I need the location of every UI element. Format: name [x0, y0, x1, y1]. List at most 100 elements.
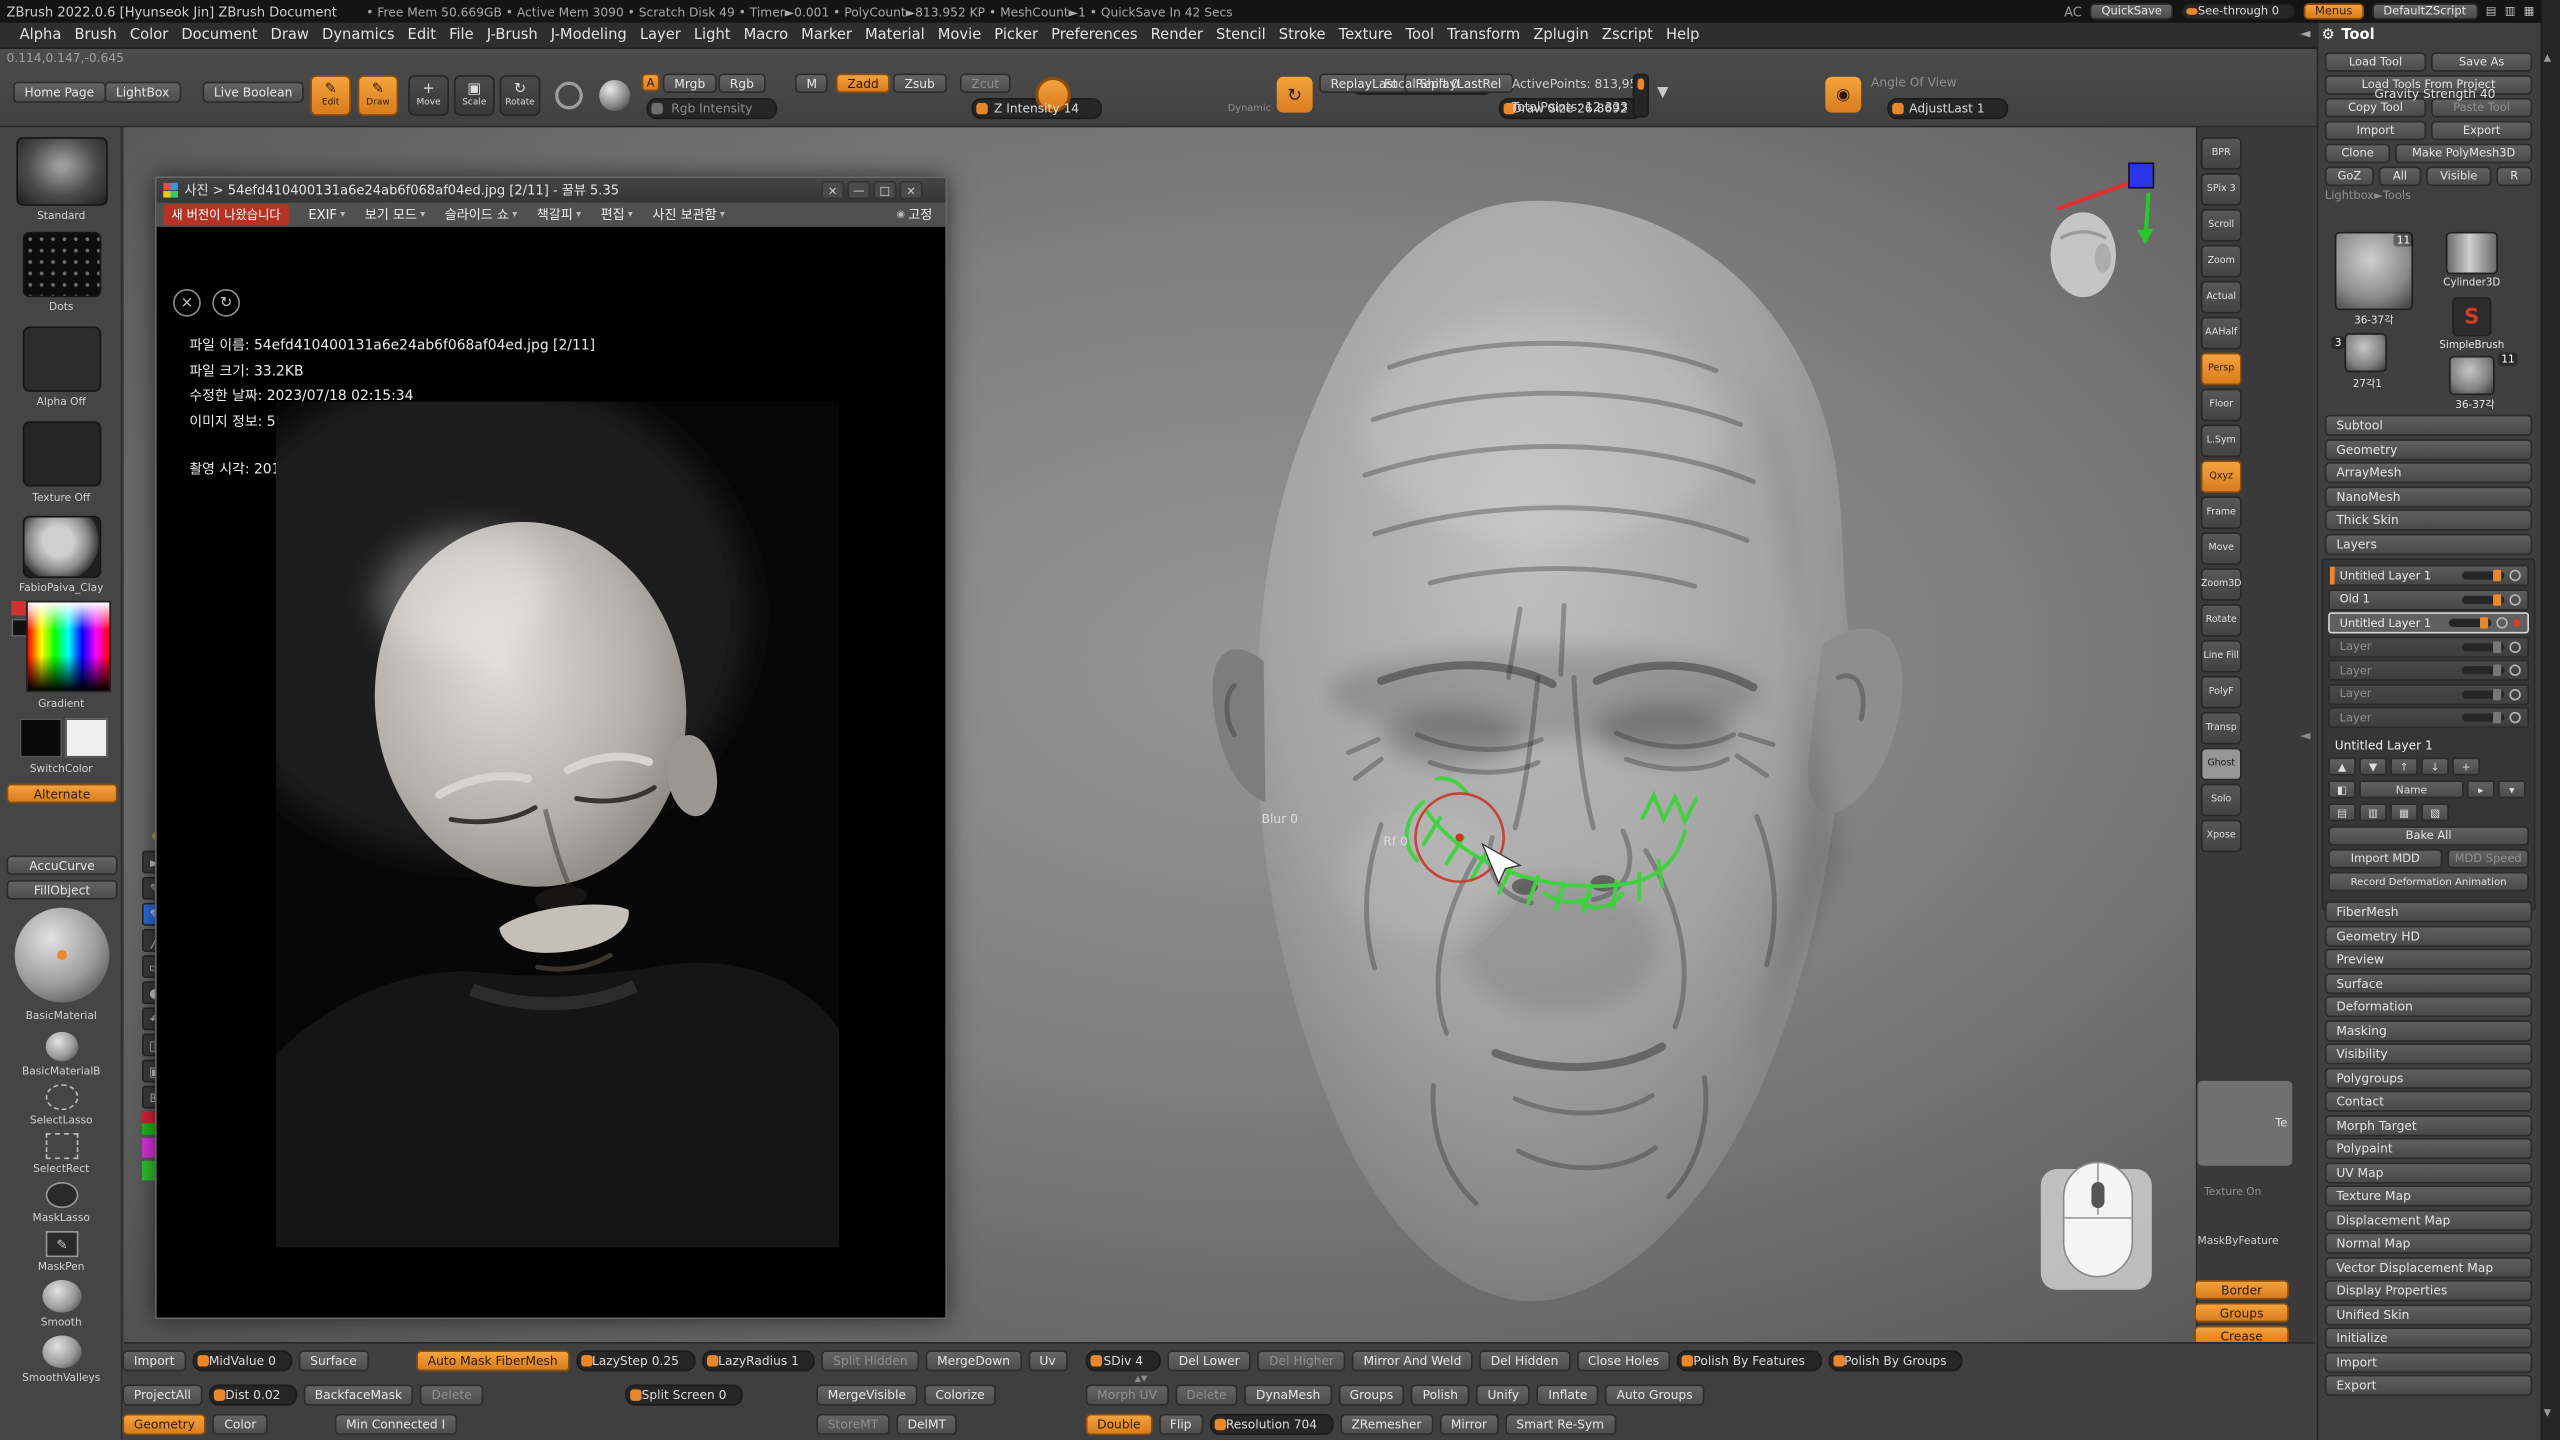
bottom-control[interactable]: Groups [1338, 1384, 1405, 1405]
tool-section-header[interactable]: Polypaint [2325, 1138, 2532, 1159]
mrgb-button[interactable]: Mrgb [663, 73, 717, 93]
alternate-button[interactable]: Alternate [7, 784, 118, 804]
rgb-intensity-slider[interactable]: Rgb Intensity [647, 98, 778, 119]
layer-down-icon[interactable]: ▼ [2359, 758, 2387, 776]
tool-section-header[interactable]: Geometry [2325, 438, 2532, 459]
menu-item[interactable]: Edit [401, 27, 443, 43]
tool-section-header[interactable]: Geometry HD [2325, 925, 2532, 946]
bottom-control[interactable]: Resolution 704 [1210, 1414, 1334, 1435]
material-thumb-basicb[interactable] [46, 1032, 79, 1061]
tool-section-header[interactable]: Texture Map [2325, 1185, 2532, 1206]
layer-mode-icon-3[interactable]: ▦ [2390, 803, 2418, 821]
eye-icon[interactable] [2509, 641, 2520, 652]
layer-top-icon[interactable]: ↑ [2390, 758, 2418, 776]
tool-section-header[interactable]: Masking [2325, 1020, 2532, 1041]
layer-del-icon[interactable]: ▾ [2498, 780, 2526, 798]
viewer-menu-item[interactable]: 슬라이드 쇼▾ [445, 206, 517, 224]
shelf-button[interactable]: AAHalf [2201, 317, 2242, 350]
menu-item[interactable]: Color [123, 27, 174, 43]
bottom-control[interactable]: DynaMesh [1245, 1384, 1332, 1405]
bottom-control[interactable]: Polish By Features [1677, 1350, 1821, 1371]
tool-section-header[interactable]: Surface [2325, 972, 2532, 993]
record-deformation-button[interactable]: Record Deformation Animation [2328, 872, 2529, 892]
tool-section-header[interactable]: Vector Displacement Map [2325, 1256, 2532, 1277]
shelf-button[interactable]: L.Sym [2201, 424, 2242, 457]
viewer-menu-item[interactable]: 책갈피▾ [537, 206, 581, 224]
live-boolean-button[interactable]: Live Boolean [202, 82, 303, 103]
edit-button[interactable]: ✎Edit [310, 75, 351, 116]
shelf-button[interactable]: Rotate [2201, 604, 2242, 637]
bottom-control[interactable]: Smart Re-Sym [1505, 1414, 1616, 1435]
panel-resize-icon[interactable]: ◄ [2300, 728, 2310, 743]
menu-item[interactable]: Brush [68, 27, 123, 43]
menu-item[interactable]: Marker [795, 27, 859, 43]
menu-item[interactable]: Transform [1441, 27, 1527, 43]
bottom-control[interactable]: ProjectAll [122, 1384, 202, 1405]
bottom-control[interactable]: Colorize [924, 1384, 996, 1405]
import-mdd-button[interactable]: Import MDD [2328, 849, 2442, 869]
bottom-control[interactable]: Split Hidden [822, 1350, 919, 1371]
tool-section-header[interactable]: FiberMesh [2325, 901, 2532, 922]
camera-view-icon[interactable]: ◉ [1825, 77, 1861, 113]
tool-section-header[interactable]: Deformation [2325, 996, 2532, 1017]
pin-button[interactable]: ◉고정 [896, 206, 932, 224]
layer-intensity-slider[interactable] [2462, 595, 2504, 603]
bottom-control[interactable]: Polish By Groups [1828, 1350, 1963, 1371]
stroke-preview-icon[interactable] [555, 82, 583, 110]
sdiv-step-arrows[interactable]: ▲▼ [1135, 1375, 1148, 1385]
bottom-control[interactable]: MidValue 0 [192, 1350, 292, 1371]
tool-section-header[interactable]: Preview [2325, 949, 2532, 970]
layer-intensity-slider[interactable] [2462, 666, 2504, 674]
save-as-button[interactable]: Save As [2431, 52, 2532, 72]
bottom-control[interactable]: Flip [1158, 1414, 1202, 1435]
menu-item[interactable]: J-Modeling [544, 27, 633, 43]
bottom-control[interactable]: LazyRadius 1 [702, 1350, 815, 1371]
accucurve-button[interactable]: AccuCurve [7, 856, 118, 876]
bottom-control[interactable]: Auto Groups [1605, 1384, 1704, 1405]
bottom-control[interactable]: Del Higher [1258, 1350, 1346, 1371]
layers-section-header[interactable]: Layers [2325, 534, 2532, 555]
bottom-control[interactable]: Inflate [1537, 1384, 1599, 1405]
quicksave-button[interactable]: QuickSave [2090, 3, 2173, 19]
menu-item[interactable]: Stencil [1209, 27, 1272, 43]
bottom-control[interactable]: Del Lower [1167, 1350, 1251, 1371]
bottom-control[interactable]: Del Hidden [1479, 1350, 1570, 1371]
replay-icon[interactable]: ↻ [1277, 77, 1313, 113]
menu-item[interactable]: Dynamics [315, 27, 401, 43]
zsub-button[interactable]: Zsub [893, 73, 946, 93]
panel-collapse-icon[interactable]: ◄ [2300, 26, 2310, 41]
dynamic-label[interactable]: Dynamic [1228, 103, 1271, 114]
bottom-control[interactable]: Delete [1175, 1384, 1238, 1405]
shelf-button[interactable]: Floor [2201, 389, 2242, 422]
menu-item[interactable]: Help [1659, 27, 1706, 43]
tool-section-header[interactable]: Export [2325, 1375, 2532, 1396]
select-rect-icon[interactable] [46, 1133, 79, 1159]
layer-intensity-slider[interactable] [2449, 619, 2491, 627]
menu-item[interactable]: Document [175, 27, 264, 43]
draw-size-slider[interactable]: Draw Size 26.8692 [1498, 98, 1642, 119]
goz-visible-button[interactable]: Visible [2426, 167, 2491, 187]
layout-icon[interactable]: ▥ [2505, 5, 2516, 18]
scroll-down-icon[interactable]: ▼ [2544, 1407, 2552, 1418]
material-thumbnail-clay[interactable] [23, 516, 101, 578]
brush-thumbnail-standard[interactable] [16, 137, 107, 206]
move-button[interactable]: +Move [408, 75, 449, 116]
menu-item[interactable]: Alpha [13, 27, 68, 43]
switch-color-black[interactable] [20, 718, 62, 757]
shelf-button[interactable]: Zoom3D [2201, 568, 2242, 601]
menu-item[interactable]: Movie [931, 27, 988, 43]
secondary-color-swatch[interactable] [11, 601, 26, 616]
bottom-control[interactable]: Unify [1476, 1384, 1530, 1405]
mask-lasso-icon[interactable] [46, 1182, 79, 1208]
layer-mode-icon-1[interactable]: ▤ [2328, 803, 2356, 821]
menus-button[interactable]: Menus [2304, 3, 2364, 19]
bottom-control[interactable]: SDiv 4 [1086, 1350, 1161, 1371]
eye-icon[interactable] [2509, 688, 2520, 699]
material-preview-icon[interactable] [599, 80, 630, 111]
bottom-control[interactable]: Uv [1028, 1350, 1067, 1371]
bottom-control[interactable]: Color [213, 1414, 268, 1435]
alpha-thumbnail[interactable] [23, 327, 101, 392]
border-button[interactable]: Border [2194, 1280, 2289, 1300]
mdd-speed-button[interactable]: MDD Speed [2447, 849, 2529, 869]
lightbox-button[interactable]: LightBox [104, 82, 180, 103]
